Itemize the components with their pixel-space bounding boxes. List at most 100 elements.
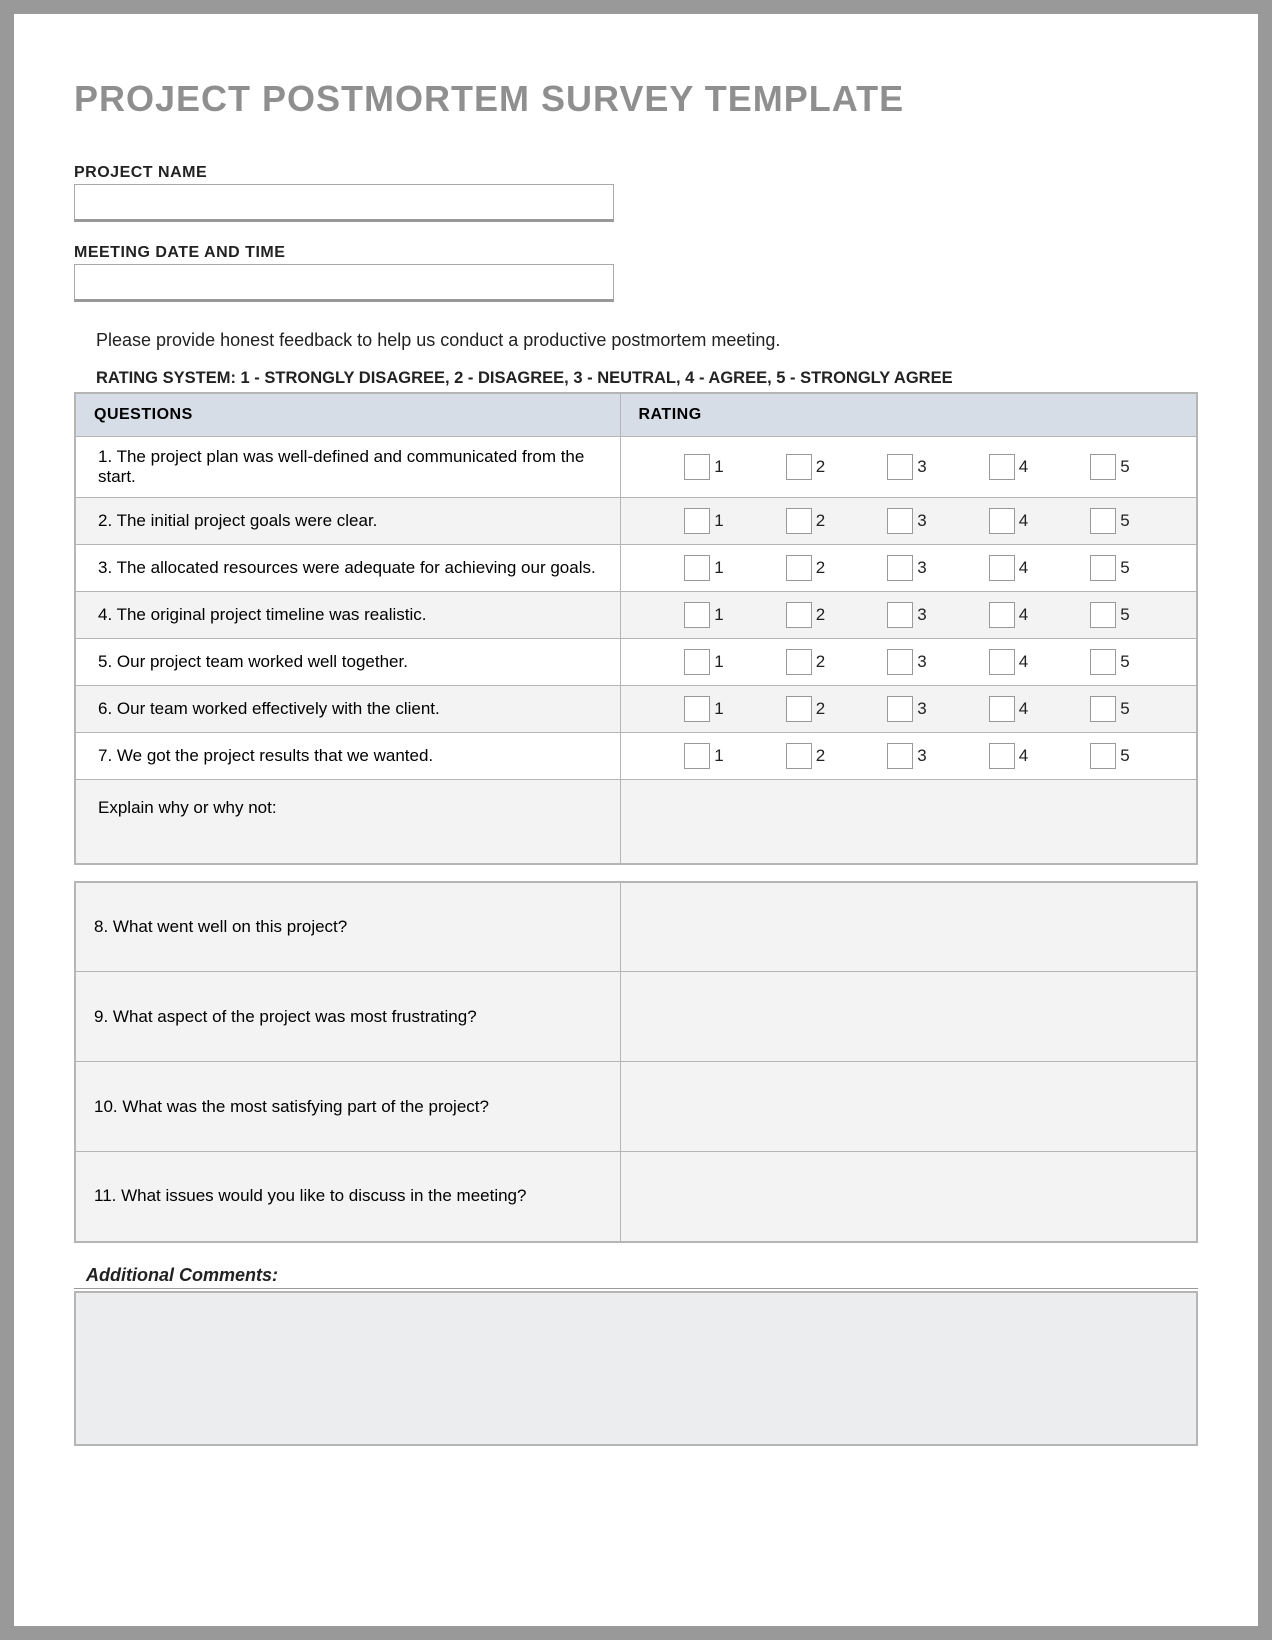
rating-checkbox[interactable] bbox=[887, 508, 913, 534]
rating-number: 1 bbox=[714, 511, 726, 531]
rating-number: 3 bbox=[917, 558, 929, 578]
divider bbox=[74, 1288, 1198, 1289]
project-name-input[interactable] bbox=[74, 184, 614, 222]
rating-option: 3 bbox=[887, 508, 929, 534]
rating-checkbox[interactable] bbox=[887, 602, 913, 628]
rating-option: 2 bbox=[786, 602, 828, 628]
open-answer-cell[interactable] bbox=[620, 972, 1197, 1062]
rating-checkbox[interactable] bbox=[989, 602, 1015, 628]
rating-number: 1 bbox=[714, 746, 726, 766]
rating-checkbox[interactable] bbox=[684, 602, 710, 628]
explain-input-cell[interactable] bbox=[620, 780, 1197, 864]
rating-number: 2 bbox=[816, 605, 828, 625]
rating-number: 1 bbox=[714, 652, 726, 672]
rating-checkbox[interactable] bbox=[684, 508, 710, 534]
table-row: 5. Our project team worked well together… bbox=[75, 639, 1197, 686]
rating-cell: 12345 bbox=[620, 639, 1197, 686]
rating-number: 5 bbox=[1120, 457, 1132, 477]
rating-number: 3 bbox=[917, 457, 929, 477]
table-row: 3. The allocated resources were adequate… bbox=[75, 545, 1197, 592]
rating-number: 4 bbox=[1019, 746, 1031, 766]
survey-table: QUESTIONS RATING 1. The project plan was… bbox=[74, 392, 1198, 865]
meeting-datetime-input[interactable] bbox=[74, 264, 614, 302]
rating-checkbox[interactable] bbox=[887, 454, 913, 480]
project-name-label: PROJECT NAME bbox=[74, 164, 1198, 182]
rating-checkbox[interactable] bbox=[684, 555, 710, 581]
table-row: 4. The original project timeline was rea… bbox=[75, 592, 1197, 639]
explain-row: Explain why or why not: bbox=[75, 780, 1197, 864]
table-row: 7. We got the project results that we wa… bbox=[75, 733, 1197, 780]
open-answer-cell[interactable] bbox=[620, 882, 1197, 972]
rating-checkbox[interactable] bbox=[1090, 555, 1116, 581]
rating-option: 1 bbox=[684, 743, 726, 769]
rating-option: 5 bbox=[1090, 508, 1132, 534]
rating-checkbox[interactable] bbox=[1090, 743, 1116, 769]
rating-checkbox[interactable] bbox=[786, 454, 812, 480]
rating-checkbox[interactable] bbox=[1090, 508, 1116, 534]
rating-checkbox[interactable] bbox=[786, 649, 812, 675]
rating-cell: 12345 bbox=[620, 437, 1197, 498]
rating-checkbox[interactable] bbox=[786, 743, 812, 769]
rating-cell: 12345 bbox=[620, 498, 1197, 545]
rating-option: 4 bbox=[989, 649, 1031, 675]
question-text: 7. We got the project results that we wa… bbox=[75, 733, 620, 780]
page-title: PROJECT POSTMORTEM SURVEY TEMPLATE bbox=[74, 78, 1198, 120]
rating-checkbox[interactable] bbox=[989, 743, 1015, 769]
rating-checkbox[interactable] bbox=[1090, 649, 1116, 675]
table-row: 11. What issues would you like to discus… bbox=[75, 1152, 1197, 1242]
rating-checkbox[interactable] bbox=[684, 696, 710, 722]
rating-checkbox[interactable] bbox=[1090, 602, 1116, 628]
rating-checkbox[interactable] bbox=[684, 454, 710, 480]
rating-checkbox[interactable] bbox=[1090, 454, 1116, 480]
open-question-text: 10. What was the most satisfying part of… bbox=[75, 1062, 620, 1152]
rating-system-text: RATING SYSTEM: 1 - STRONGLY DISAGREE, 2 … bbox=[96, 369, 1198, 388]
rating-number: 3 bbox=[917, 652, 929, 672]
rating-option: 3 bbox=[887, 602, 929, 628]
table-row: 10. What was the most satisfying part of… bbox=[75, 1062, 1197, 1152]
rating-checkbox[interactable] bbox=[1090, 696, 1116, 722]
open-answer-cell[interactable] bbox=[620, 1152, 1197, 1242]
rating-checkbox[interactable] bbox=[989, 508, 1015, 534]
meeting-datetime-field: MEETING DATE AND TIME bbox=[74, 244, 1198, 302]
intro-text: Please provide honest feedback to help u… bbox=[96, 330, 1198, 351]
rating-option: 1 bbox=[684, 454, 726, 480]
question-text: 6. Our team worked effectively with the … bbox=[75, 686, 620, 733]
table-row: 6. Our team worked effectively with the … bbox=[75, 686, 1197, 733]
rating-checkbox[interactable] bbox=[887, 743, 913, 769]
rating-number: 2 bbox=[816, 652, 828, 672]
rating-number: 2 bbox=[816, 699, 828, 719]
rating-cell: 12345 bbox=[620, 592, 1197, 639]
rating-number: 4 bbox=[1019, 558, 1031, 578]
rating-option: 4 bbox=[989, 454, 1031, 480]
rating-checkbox[interactable] bbox=[786, 696, 812, 722]
rating-checkbox[interactable] bbox=[786, 602, 812, 628]
rating-cell: 12345 bbox=[620, 686, 1197, 733]
additional-comments-label: Additional Comments: bbox=[86, 1265, 1198, 1286]
table-row: 8. What went well on this project? bbox=[75, 882, 1197, 972]
rating-checkbox[interactable] bbox=[989, 555, 1015, 581]
rating-checkbox[interactable] bbox=[887, 555, 913, 581]
rating-checkbox[interactable] bbox=[989, 649, 1015, 675]
rating-checkbox[interactable] bbox=[989, 696, 1015, 722]
open-answer-cell[interactable] bbox=[620, 1062, 1197, 1152]
rating-checkbox[interactable] bbox=[887, 649, 913, 675]
rating-checkbox[interactable] bbox=[684, 649, 710, 675]
rating-checkbox[interactable] bbox=[786, 555, 812, 581]
rating-option: 2 bbox=[786, 696, 828, 722]
rating-checkbox[interactable] bbox=[684, 743, 710, 769]
rating-number: 4 bbox=[1019, 699, 1031, 719]
rating-option: 1 bbox=[684, 602, 726, 628]
rating-option: 4 bbox=[989, 696, 1031, 722]
rating-number: 2 bbox=[816, 746, 828, 766]
rating-checkbox[interactable] bbox=[786, 508, 812, 534]
additional-comments-input[interactable] bbox=[74, 1291, 1198, 1446]
rating-option: 1 bbox=[684, 508, 726, 534]
rating-checkbox[interactable] bbox=[989, 454, 1015, 480]
open-question-text: 8. What went well on this project? bbox=[75, 882, 620, 972]
rating-cell: 12345 bbox=[620, 733, 1197, 780]
open-question-text: 9. What aspect of the project was most f… bbox=[75, 972, 620, 1062]
rating-checkbox[interactable] bbox=[887, 696, 913, 722]
rating-number: 4 bbox=[1019, 457, 1031, 477]
rating-number: 5 bbox=[1120, 558, 1132, 578]
rating-option: 1 bbox=[684, 555, 726, 581]
